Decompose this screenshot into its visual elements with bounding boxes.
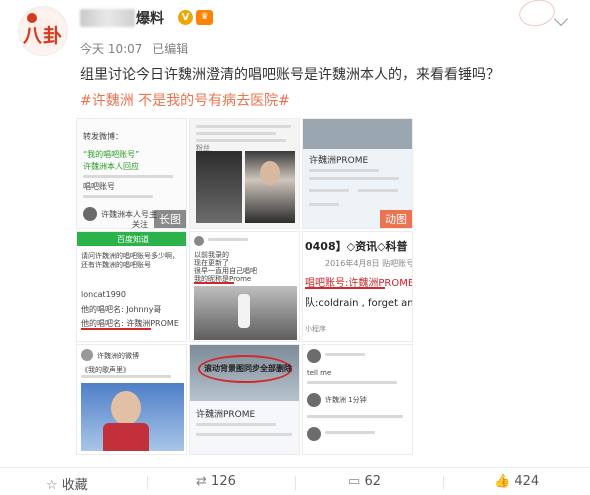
star-icon: ☆ [46, 478, 58, 493]
username-redacted [80, 9, 135, 27]
image-5-figure [238, 294, 250, 328]
watermark-stamp [516, 0, 558, 30]
post-image-3[interactable]: 许魏洲PROME 动图 [302, 118, 413, 229]
image-4-title: 百度知道 [117, 235, 149, 244]
image-8-line-2: 许魏洲PROME [196, 410, 256, 420]
image-9-line-1: 许魏洲 1分钟 [325, 396, 367, 404]
like-count: 424 [514, 474, 540, 489]
post-image-7[interactable]: 许魏洲的微博 《我的歌声里》 [76, 344, 187, 455]
image-7-face [111, 391, 141, 425]
image-6-line-5: 小程序 [305, 325, 326, 333]
edited-label[interactable]: 已编辑 [152, 42, 188, 56]
image-6-line-4: 队:coldrain , forget and [305, 298, 413, 309]
repost-icon: ⇄ [196, 474, 207, 489]
repost-count: 126 [211, 474, 236, 489]
image-7-line-2: 《我的歌声里》 [81, 366, 130, 374]
image-8-line-1: 滚动背景图同步全部删除 [204, 364, 292, 373]
member-level-icon: ♛ [196, 10, 213, 25]
image-2-photo-left [196, 151, 242, 223]
image-3-name: 许魏洲PROME [309, 156, 369, 166]
image-4-line-1: 请问许魏洲的唱吧账号多少啊，还有许魏洲的唱吧账号 [81, 252, 179, 269]
post-image-8[interactable]: 滚动背景图同步全部删除 许魏洲PROME [189, 344, 300, 455]
verified-v-icon: V [178, 10, 193, 25]
image-6-line-1: 0408】◇资讯◇科普 [305, 240, 408, 253]
image-9-avatar-2 [307, 393, 321, 407]
image-1-line-4: 唱吧账号 [83, 182, 115, 191]
image-grid: 转发微博： “我的唱吧账号” 许魏洲本人回应 唱吧账号 许魏洲本人号主 关注 长… [76, 118, 414, 458]
chevron-down-icon[interactable] [553, 11, 569, 27]
image-3-banner [303, 119, 412, 149]
like-button[interactable]: 👍 424 [494, 474, 539, 489]
image-1-line-3: 许魏洲本人回应 [83, 162, 139, 171]
image-9-line-2: tell me [307, 369, 332, 377]
post-image-5[interactable]: 以前我录的 现在更新了 很早一直用自己唱吧 我的昵称是Prome [189, 231, 300, 342]
image-1-line-2: “我的唱吧账号” [83, 150, 140, 159]
image-2-line-1: 粉丝 [196, 144, 210, 152]
image-9-avatar-1 [307, 349, 321, 363]
post-hashtag[interactable]: #许魏洲 不是我的号有病去医院# [80, 90, 290, 112]
image-1-line-6: 关注 [132, 220, 148, 229]
post-image-9[interactable]: tell me 许魏洲 1分钟 [302, 344, 413, 455]
image-7-avatar [81, 349, 93, 361]
post-text: 组里讨论今日许魏洲澄清的唱吧账号是许魏洲本人的，来看看锤吗？ [80, 67, 500, 83]
image-2-face [260, 161, 280, 185]
comment-count: 62 [364, 474, 381, 489]
image-5-avatar [194, 236, 204, 246]
image-1-line-1: 转发微博： [83, 132, 123, 141]
image-1-avatar [83, 207, 97, 221]
action-bar: ☆ 收藏 ⇄ 126 ▭ 62 👍 424 [0, 467, 590, 495]
image-6-line-2: 2016年4月8日 贴吧账号 [325, 259, 413, 268]
long-image-tag: 长图 [154, 210, 186, 228]
image-7-scarf [103, 423, 149, 451]
post-timestamp[interactable]: 今天 10:07 [80, 42, 142, 56]
user-avatar[interactable]: 八卦 [18, 6, 68, 56]
image-4-line-2: loncat1990 [81, 290, 126, 299]
post-image-4[interactable]: 百度知道 请问许魏洲的唱吧账号多少啊，还有许魏洲的唱吧账号 loncat1990… [76, 231, 187, 342]
thumbs-up-icon: 👍 [494, 474, 511, 489]
avatar-label: 八卦 [22, 25, 63, 47]
post-image-6[interactable]: 0408】◇资讯◇科普 2016年4月8日 贴吧账号 唱吧账号:许魏洲PROME… [302, 231, 413, 342]
image-9-avatar-3 [307, 427, 321, 441]
comment-icon: ▭ [348, 474, 361, 489]
image-1-line-5: 许魏洲本人号主 [101, 210, 157, 219]
favorite-label: 收藏 [61, 478, 88, 493]
post-image-1[interactable]: 转发微博： “我的唱吧账号” 许魏洲本人回应 唱吧账号 许魏洲本人号主 关注 长… [76, 118, 187, 229]
post-meta: 今天 10:07 已编辑 [80, 40, 194, 57]
gif-tag: 动图 [380, 210, 412, 228]
image-7-line-1: 许魏洲的微博 [97, 352, 139, 360]
comment-button[interactable]: ▭ 62 [348, 474, 381, 489]
username[interactable]: 爆料 [136, 8, 164, 28]
repost-button[interactable]: ⇄ 126 [196, 474, 236, 489]
image-4-line-3: 他的唱吧名: Johnny哥 [81, 305, 162, 314]
post-image-2[interactable]: 粉丝 [189, 118, 300, 229]
weibo-post-card: 八卦 爆料 V ♛ 今天 10:07 已编辑 组里讨论今日许魏洲澄清的唱吧账号是… [0, 0, 590, 495]
favorite-button[interactable]: ☆ 收藏 [46, 474, 88, 493]
